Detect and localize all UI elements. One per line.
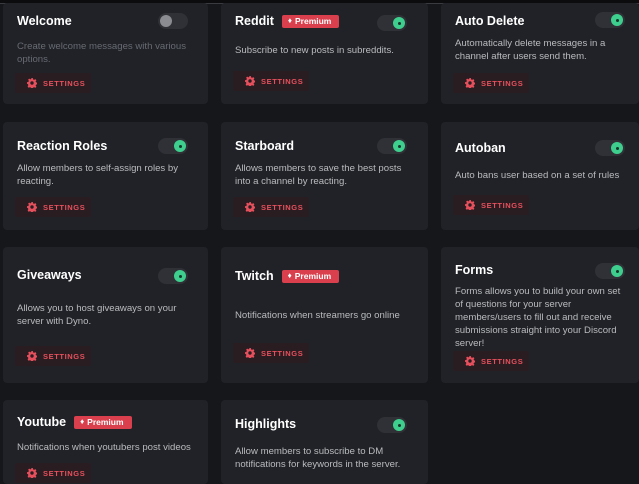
settings-label: SETTINGS [481,200,524,210]
gear-icon [27,78,37,88]
gear-icon [27,202,37,212]
module-toggle-starboard[interactable] [377,138,407,154]
module-description: Notifications when streamers go online [235,310,400,321]
module-description: Create welcome messages with various opt… [17,41,187,65]
module-card-reaction-roles: Reaction Roles Allow members to self-ass… [3,122,208,230]
module-description: Automatically delete messages in a chann… [455,38,606,62]
settings-button-welcome[interactable]: SETTINGS [15,73,91,93]
module-title: Twitch [235,269,274,283]
module-title: Autoban [455,141,506,155]
module-card-twitch: Twitch ♦ Premium Notifications when strea… [221,247,428,383]
module-title: Highlights [235,417,297,431]
gear-icon [465,200,475,210]
module-description: Allows members to save the best posts in… [235,163,402,187]
module-toggle-autoban[interactable] [595,140,625,156]
settings-button-twitch[interactable]: SETTINGS [233,343,309,363]
gear-icon [465,356,475,366]
gear-icon [27,468,37,478]
module-toggle-reddit[interactable] [377,15,407,31]
module-description: Forms allows you to build your own set o… [455,286,621,349]
settings-button-auto-delete[interactable]: SETTINGS [453,73,529,93]
module-description: Allows you to host giveaways on your ser… [17,303,177,327]
gear-icon [27,351,37,361]
module-title: Reaction Roles [17,139,108,153]
module-toggle-welcome[interactable] [158,13,188,29]
module-card-auto-delete: Auto Delete Automatically delete message… [441,3,639,104]
gear-icon [245,348,255,358]
gear-icon [245,202,255,212]
module-title: Auto Delete [455,14,525,28]
gear-icon [465,78,475,88]
settings-label: SETTINGS [261,76,304,86]
module-title: Reddit [235,14,274,28]
settings-button-reddit[interactable]: SETTINGS [233,71,309,91]
settings-button-forms[interactable]: SETTINGS [453,351,529,371]
module-title: Welcome [17,14,72,28]
premium-badge: ♦ Premium [281,269,340,283]
settings-button-youtube[interactable]: SETTINGS [15,463,91,483]
premium-label: Premium [294,16,332,26]
settings-label: SETTINGS [481,356,524,366]
settings-label: SETTINGS [481,78,524,88]
premium-badge: ♦ Premium [74,415,132,429]
module-toggle-forms[interactable] [595,263,625,279]
settings-label: SETTINGS [261,348,304,358]
settings-label: SETTINGS [43,202,86,212]
gem-icon: ♦ [80,417,85,426]
module-title: Giveaways [17,268,82,282]
settings-label: SETTINGS [43,351,86,361]
module-toggle-giveaways[interactable] [158,268,188,284]
module-card-starboard: Starboard Allows members to save the bes… [221,122,428,230]
settings-label: SETTINGS [261,202,304,212]
module-title: Forms [455,263,494,277]
settings-button-starboard[interactable]: SETTINGS [233,197,309,217]
module-toggle-auto-delete[interactable] [595,12,625,28]
module-card-autoban: Autoban Auto bans user based on a set of… [441,122,639,230]
module-card-reddit: Reddit ♦ Premium Subscribe to new posts i… [221,3,428,104]
module-description: Allow members to self-assign roles by re… [17,163,179,187]
module-description: Subscribe to new posts in subreddits. [235,45,394,56]
module-card-youtube: Youtube ♦ Premium Notifications when yout… [3,400,208,484]
module-card-highlights: Highlights Allow members to subscribe to… [221,400,428,484]
gem-icon: ♦ [287,16,292,25]
module-card-giveaways: Giveaways Allows you to host giveaways o… [3,247,208,383]
module-title: Starboard [235,139,295,153]
settings-button-reaction-roles[interactable]: SETTINGS [15,197,91,217]
module-description: Notifications when youtubers post videos [17,442,191,453]
premium-label: Premium [87,417,124,427]
settings-button-autoban[interactable]: SETTINGS [453,195,529,215]
module-description: Auto bans user based on a set of rules [455,170,620,181]
settings-label: SETTINGS [43,78,86,88]
premium-badge: ♦ Premium [281,14,340,28]
settings-button-giveaways[interactable]: SETTINGS [15,346,91,366]
premium-label: Premium [294,271,332,281]
gem-icon: ♦ [287,271,292,280]
settings-label: SETTINGS [43,468,86,478]
module-toggle-reaction-roles[interactable] [158,138,188,154]
module-description: Allow members to subscribe to DM notific… [235,446,401,470]
module-title: Youtube [17,415,67,429]
module-card-forms: Forms Forms allows you to build your own… [441,247,639,383]
gear-icon [245,76,255,86]
module-card-welcome: Welcome Create welcome messages with var… [3,3,208,104]
module-toggle-highlights[interactable] [377,417,407,433]
